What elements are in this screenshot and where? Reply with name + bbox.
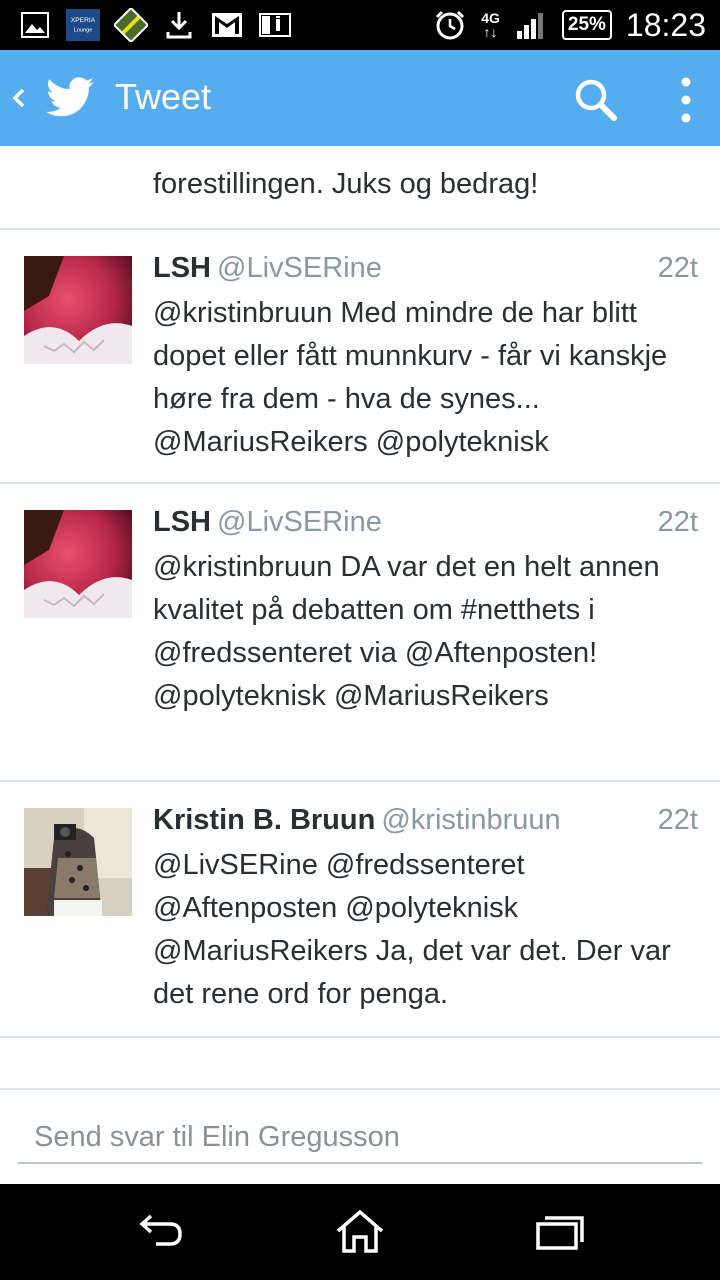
divider xyxy=(0,780,720,782)
battery-icon: 25% xyxy=(561,10,612,40)
reply-bar xyxy=(0,1090,720,1184)
tweet-time: 22t xyxy=(657,252,698,284)
reply-input[interactable] xyxy=(18,1112,702,1164)
network-type: 4G ↑↓ xyxy=(481,10,500,40)
tweet-item[interactable]: LSH @LivSERine 22t @kristinbruun DA var d… xyxy=(0,506,720,780)
tweet-text: @LivSERine @fredssenteret @Aftenposten @… xyxy=(153,849,671,1010)
divider xyxy=(0,1036,720,1038)
avatar[interactable] xyxy=(24,510,132,618)
twitter-bird-icon[interactable] xyxy=(44,72,96,129)
app-bar: Tweet xyxy=(0,50,720,146)
divider xyxy=(0,228,720,230)
page-title: Tweet xyxy=(115,76,212,117)
navigation-bar xyxy=(0,1184,720,1280)
avatar[interactable] xyxy=(24,256,132,364)
gmail-icon xyxy=(210,8,244,42)
info-icon xyxy=(258,8,292,42)
author-handle: @LivSERine xyxy=(217,506,382,538)
status-bar: XPERIA Lounge 4G ↑↓ 25% 18:23 xyxy=(0,0,720,50)
tweet-header: LSH @LivSERine 22t xyxy=(153,506,698,546)
tweet-text: @kristinbruun DA var det en helt annen k… xyxy=(153,551,660,712)
author-name[interactable]: LSH xyxy=(153,252,211,284)
author-name[interactable]: LSH xyxy=(153,506,211,538)
divider xyxy=(0,482,720,484)
image-icon xyxy=(18,8,52,42)
xperia-lounge-icon: XPERIA Lounge xyxy=(66,8,100,42)
tweet-item[interactable]: LSH @LivSERine 22t @kristinbruun Med mind… xyxy=(0,252,720,482)
tweet-header: LSH @LivSERine 22t xyxy=(153,252,698,292)
avatar[interactable] xyxy=(24,808,132,916)
author-handle: @kristinbruun xyxy=(381,804,561,836)
svg-text:XPERIA: XPERIA xyxy=(71,17,96,24)
tweet-text: @kristinbruun Med mindre de har blitt do… xyxy=(153,297,668,458)
author-name[interactable]: Kristin B. Bruun xyxy=(153,804,375,836)
back-icon[interactable] xyxy=(134,1206,186,1258)
author-handle: @LivSERine xyxy=(217,252,382,284)
overflow-menu-icon[interactable] xyxy=(672,74,700,126)
tweet-time: 22t xyxy=(657,804,698,836)
back-chevron-icon[interactable] xyxy=(10,78,26,123)
alarm-icon xyxy=(433,8,467,42)
tweet-time: 22t xyxy=(657,506,698,538)
search-icon[interactable] xyxy=(572,76,620,124)
game-icon xyxy=(114,8,148,42)
home-icon[interactable] xyxy=(334,1206,386,1258)
recent-apps-icon[interactable] xyxy=(534,1206,586,1258)
svg-text:Lounge: Lounge xyxy=(74,28,93,34)
signal-icon xyxy=(514,8,548,42)
tweet-item[interactable]: Kristin B. Bruun @kristinbruun 22t @LivSE… xyxy=(0,804,720,1036)
tweet-timeline[interactable]: forestillingen. Juks og bedrag! LSH @LivS… xyxy=(0,146,720,1184)
partial-tweet-text: forestillingen. Juks og bedrag! xyxy=(153,168,539,200)
download-icon xyxy=(162,8,196,42)
tweet-header: Kristin B. Bruun @kristinbruun 22t xyxy=(153,804,698,844)
clock: 18:23 xyxy=(625,6,706,43)
